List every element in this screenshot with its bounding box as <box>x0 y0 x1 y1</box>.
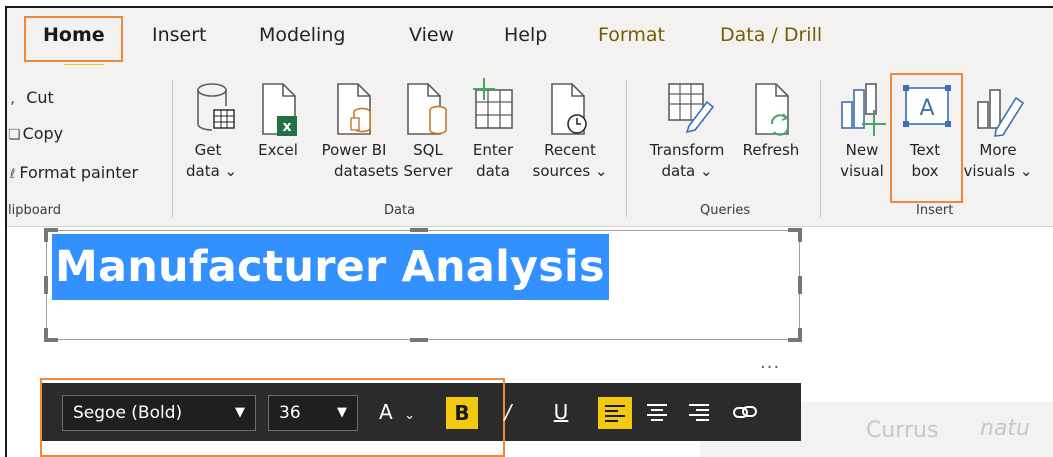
text-box-label: Text <box>909 141 941 159</box>
tab-insert[interactable]: Insert <box>152 24 207 46</box>
more-visuals-label: More <box>979 141 1017 159</box>
align-left-icon <box>605 405 625 422</box>
data-group-label: Data <box>384 203 416 218</box>
queries-group-label: Queries <box>700 203 751 218</box>
power-bi-sublabel: datasets <box>334 162 399 180</box>
logo-currus: Currus <box>866 418 939 443</box>
font-size-value: 36 <box>279 403 301 423</box>
refresh-icon <box>755 83 790 136</box>
sql-server-icon <box>407 83 447 135</box>
tab-modeling[interactable]: Modeling <box>259 24 345 46</box>
tab-home[interactable]: Home <box>43 24 105 46</box>
enter-data-icon <box>473 78 513 129</box>
new-visual-sublabel: visual <box>840 162 884 180</box>
italic-button[interactable]: / <box>496 395 520 429</box>
get-data-icon <box>197 83 235 131</box>
title-selected-text[interactable]: Manufacturer Analysis <box>52 234 609 300</box>
recent-label: Recent <box>544 141 596 159</box>
refresh-button[interactable]: Refresh <box>736 140 806 161</box>
get-data-label: Get <box>194 141 222 159</box>
power-bi-label: Power BI <box>321 141 387 159</box>
bold-button[interactable]: B <box>446 397 478 429</box>
link-button[interactable] <box>728 395 762 429</box>
underline-button[interactable]: U <box>548 395 574 429</box>
group-divider <box>820 80 821 217</box>
format-painter-button[interactable]: ℓ Format painter <box>10 163 138 182</box>
more-options-button[interactable]: ... <box>760 352 780 373</box>
excel-button[interactable]: Excel <box>255 140 301 161</box>
align-left-button[interactable] <box>598 397 632 429</box>
excel-label: Excel <box>258 141 298 159</box>
transform-label: Transform <box>649 141 725 159</box>
sql-label: SQL <box>413 141 443 159</box>
align-center-button[interactable] <box>640 395 674 429</box>
copy-icon: ❏ <box>8 127 21 143</box>
text-box-highlight <box>890 73 963 203</box>
clipboard-group-label: lipboard <box>8 203 62 218</box>
get-data-button[interactable]: Get data ⌄ <box>186 140 238 182</box>
transform-data-button[interactable]: Transform data ⌄ <box>646 140 728 182</box>
resize-handle-tl[interactable] <box>44 228 48 242</box>
recent-sources-button[interactable]: Recent sources ⌄ <box>530 140 610 182</box>
group-divider <box>172 80 173 217</box>
transform-data-icon <box>668 83 715 134</box>
sql-sublabel: Server <box>403 162 453 180</box>
resize-handle-top[interactable] <box>410 228 428 232</box>
format-painter-label: Format painter <box>19 163 139 182</box>
cut-label: Cut <box>26 88 54 107</box>
enter-data-sublabel: data <box>476 162 510 180</box>
font-family-select[interactable]: Segoe (Bold) ▼ <box>62 395 256 431</box>
group-divider <box>626 80 627 217</box>
tab-format[interactable]: Format <box>598 24 665 46</box>
power-bi-datasets-button[interactable]: Power BI datasets <box>312 140 399 182</box>
excel-icon: x <box>262 83 297 136</box>
get-data-sublabel: data ⌄ <box>186 162 238 180</box>
more-visuals-sublabel: visuals ⌄ <box>963 162 1033 180</box>
cut-button[interactable]: , Cut <box>10 88 54 107</box>
scissors-icon: , <box>10 88 16 107</box>
paintbrush-icon: ℓ <box>10 167 16 182</box>
enter-data-button[interactable]: Enter data <box>470 140 516 182</box>
resize-handle-bl[interactable] <box>44 328 48 342</box>
tab-help[interactable]: Help <box>504 24 547 46</box>
new-visual-icon <box>841 83 886 136</box>
align-right-button[interactable] <box>682 395 716 429</box>
new-visual-button[interactable]: New visual <box>836 140 888 182</box>
font-color-label: A <box>379 400 393 424</box>
svg-text:x: x <box>282 119 291 135</box>
font-family-value: Segoe (Bold) <box>73 403 183 423</box>
font-color-button[interactable]: A ⌄ <box>372 395 422 429</box>
align-right-icon <box>689 404 709 421</box>
new-visual-label: New <box>845 141 879 159</box>
resize-handle-left[interactable] <box>44 276 48 294</box>
transform-sublabel: data ⌄ <box>661 162 713 180</box>
resize-handle-br[interactable] <box>798 328 802 342</box>
chevron-down-icon: ⌄ <box>404 408 415 423</box>
logo-natu: natu <box>980 416 1030 441</box>
enter-data-label: Enter <box>472 141 514 159</box>
insert-group-label: Insert <box>916 203 954 218</box>
text-box-button[interactable]: Text box <box>898 140 952 182</box>
tab-view[interactable]: View <box>409 24 454 46</box>
link-icon <box>733 406 757 418</box>
text-box-sublabel: box <box>911 162 939 180</box>
sql-server-button[interactable]: SQL Server <box>398 140 458 182</box>
recent-sources-icon <box>551 83 587 135</box>
copy-label: Copy <box>22 124 64 143</box>
caret-down-icon: ▼ <box>235 405 245 420</box>
power-bi-datasets-icon <box>337 83 371 135</box>
resize-handle-tr[interactable] <box>798 228 802 242</box>
copy-button[interactable]: ❏ Copy <box>8 124 63 143</box>
font-size-select[interactable]: 36 ▼ <box>268 395 358 431</box>
more-visuals-icon <box>977 89 1025 137</box>
caret-down-icon: ▼ <box>337 405 347 420</box>
more-visuals-button[interactable]: More visuals ⌄ <box>962 140 1034 182</box>
resize-handle-right[interactable] <box>798 276 802 294</box>
align-center-icon <box>647 404 667 421</box>
refresh-label: Refresh <box>742 141 800 159</box>
recent-sublabel: sources ⌄ <box>532 162 608 180</box>
tab-data-drill[interactable]: Data / Drill <box>720 24 822 46</box>
resize-handle-bottom[interactable] <box>410 338 428 342</box>
